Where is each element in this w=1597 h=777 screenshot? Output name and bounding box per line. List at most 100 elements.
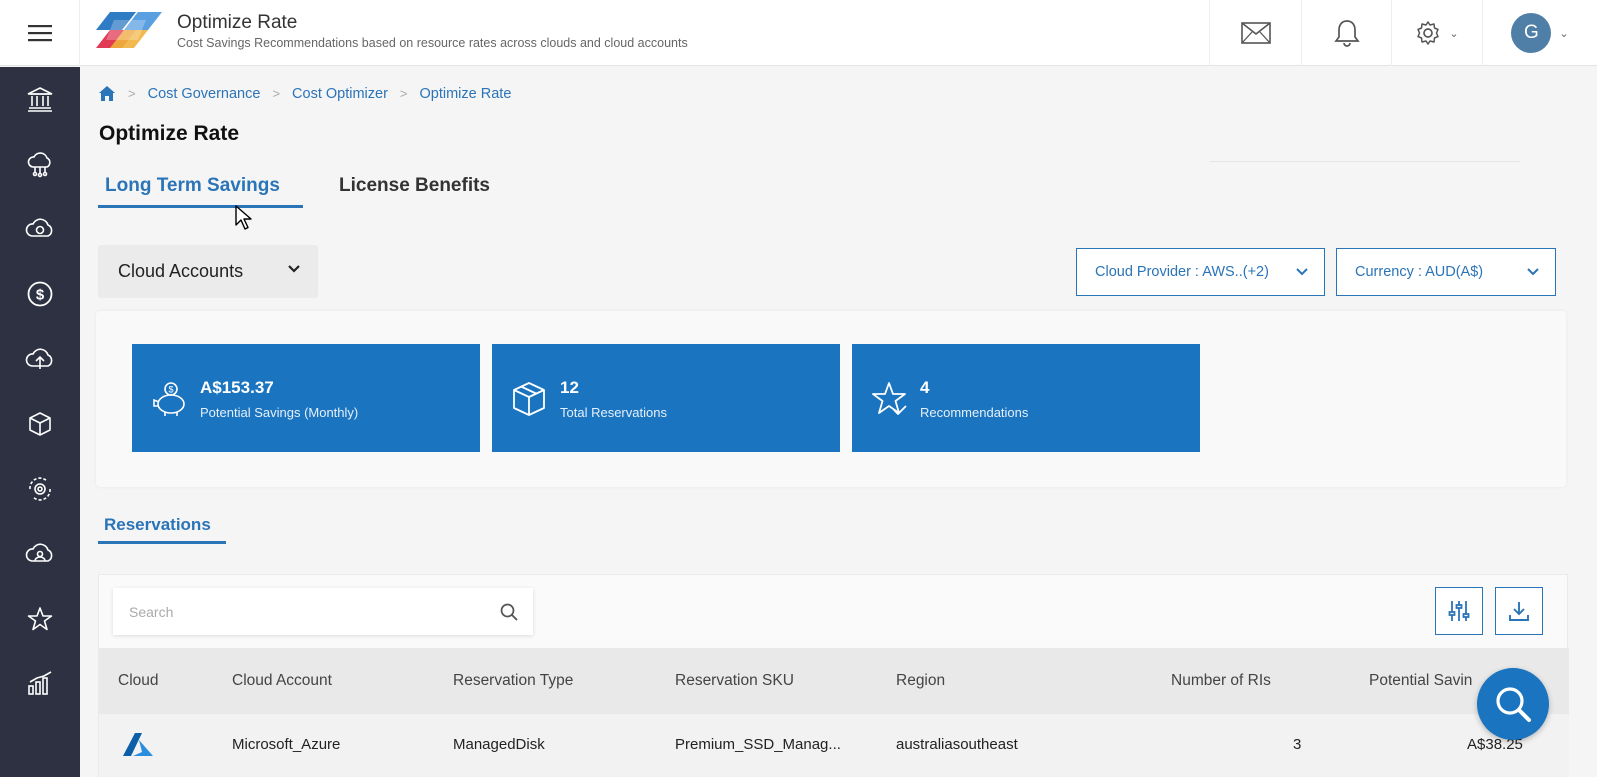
dollar-icon: $ xyxy=(27,281,53,307)
column-settings-button[interactable] xyxy=(1435,587,1483,635)
box-icon xyxy=(513,382,545,416)
cloud-accounts-dropdown[interactable]: Cloud Accounts xyxy=(98,245,318,298)
mail-icon xyxy=(1240,22,1271,44)
cell-account: Microsoft_Azure xyxy=(232,736,341,753)
cell-ris: 3 xyxy=(1293,736,1302,753)
potential-savings-card[interactable]: $ A$153.37 Potential Savings (Monthly) xyxy=(132,344,480,452)
bank-icon xyxy=(27,87,53,112)
tab-license-benefits[interactable]: License Benefits xyxy=(339,175,490,197)
sidebar-item-favorites[interactable] xyxy=(0,594,80,644)
table-row[interactable]: Microsoft_Azure ManagedDisk Premium_SSD_… xyxy=(99,714,1569,777)
sidebar-item-cloud-upload[interactable] xyxy=(0,334,80,384)
app-subtitle: Cost Savings Recommendations based on re… xyxy=(177,36,688,50)
app-title: Optimize Rate xyxy=(177,12,298,33)
search-icon xyxy=(1496,687,1531,722)
currency-dropdown[interactable]: Currency : AUD(A$) xyxy=(1336,248,1556,296)
cell-sku: Premium_SSD_Manag... xyxy=(675,736,841,753)
cloud-provider-dropdown[interactable]: Cloud Provider : AWS..(+2) xyxy=(1076,248,1325,296)
divider xyxy=(1210,161,1520,162)
sidebar-item-governance[interactable] xyxy=(0,74,80,124)
reservations-table-panel: Cloud Cloud Account Reservation Type Res… xyxy=(98,574,1569,777)
home-icon[interactable] xyxy=(98,85,116,102)
bar-chart-icon xyxy=(28,671,52,695)
azure-icon xyxy=(123,733,153,756)
chevron-down-icon xyxy=(1296,268,1308,276)
settings-button[interactable]: ⌄ xyxy=(1391,0,1482,66)
summary-cards-panel: $ A$153.37 Potential Savings (Monthly) 1… xyxy=(96,311,1566,487)
cloud-upload-icon xyxy=(25,348,53,369)
cell-type: ManagedDisk xyxy=(453,736,545,753)
avatar: G xyxy=(1511,13,1552,53)
notifications-button[interactable] xyxy=(1301,0,1391,66)
column-header[interactable]: Number of RIs xyxy=(1171,672,1271,690)
gear-cycle-icon xyxy=(29,477,51,501)
svg-text:$: $ xyxy=(168,385,173,395)
breadcrumb-separator: > xyxy=(272,86,281,101)
sidebar-item-reports[interactable] xyxy=(0,659,80,709)
recommendations-card[interactable]: 4 Recommendations xyxy=(852,344,1200,452)
mail-button[interactable] xyxy=(1209,0,1301,66)
cell-region: australiasoutheast xyxy=(896,736,1018,753)
breadcrumb-cost-optimizer[interactable]: Cost Optimizer xyxy=(292,86,388,102)
page-title: Optimize Rate xyxy=(99,122,240,145)
column-header[interactable]: Cloud Account xyxy=(232,672,332,690)
currency-label: Currency : AUD(A$) xyxy=(1355,264,1484,280)
search-box[interactable] xyxy=(113,588,533,635)
column-header[interactable]: Reservation SKU xyxy=(675,672,794,690)
sidebar-item-automation[interactable] xyxy=(0,464,80,514)
user-menu-button[interactable]: G ⌄ xyxy=(1482,0,1597,66)
cloud-network-icon xyxy=(27,152,51,178)
tab-active-indicator xyxy=(98,205,303,208)
column-header[interactable]: Reservation Type xyxy=(453,672,573,690)
download-icon xyxy=(1509,602,1529,621)
chevron-down-icon: ⌄ xyxy=(1449,27,1459,40)
cloud-sync-icon xyxy=(25,218,53,237)
total-reservations-card[interactable]: 12 Total Reservations xyxy=(492,344,840,452)
column-header[interactable]: Region xyxy=(896,672,945,690)
cloud-people-icon xyxy=(25,543,53,562)
menu-button[interactable] xyxy=(0,0,80,66)
breadcrumb-optimize-rate[interactable]: Optimize Rate xyxy=(420,86,512,102)
tab-reservations[interactable]: Reservations xyxy=(104,515,211,535)
cloud-accounts-label: Cloud Accounts xyxy=(118,261,244,281)
cube-icon xyxy=(29,412,51,436)
tab-active-indicator xyxy=(98,541,226,544)
chevron-down-icon xyxy=(288,265,300,273)
app-logo xyxy=(96,12,162,48)
breadcrumb-separator: > xyxy=(399,86,408,101)
column-header[interactable]: Cloud xyxy=(118,672,159,690)
search-fab-button[interactable] xyxy=(1477,668,1549,740)
main-content: > Cost Governance > Cost Optimizer > Opt… xyxy=(80,67,1597,777)
tab-long-term-savings[interactable]: Long Term Savings xyxy=(105,175,280,197)
search-input[interactable] xyxy=(129,603,479,620)
total-reservations-label: Total Reservations xyxy=(560,405,667,420)
total-reservations-value: 12 xyxy=(560,378,579,397)
breadcrumb-separator: > xyxy=(128,86,136,101)
hamburger-icon xyxy=(27,25,52,42)
chevron-down-icon xyxy=(1527,268,1539,276)
gear-icon xyxy=(1417,21,1440,45)
top-header: Optimize Rate Cost Savings Recommendatio… xyxy=(0,0,1597,66)
sidebar-item-cost[interactable]: $ xyxy=(0,269,80,319)
search-icon[interactable] xyxy=(500,603,518,621)
sidebar-item-cloud-sync[interactable] xyxy=(0,204,80,254)
cursor-icon xyxy=(235,205,252,230)
star-icon xyxy=(27,607,53,631)
chevron-down-icon: ⌄ xyxy=(1559,27,1569,40)
column-header[interactable]: Potential Savin xyxy=(1369,672,1472,690)
sidebar-item-resources[interactable] xyxy=(0,399,80,449)
potential-savings-label: Potential Savings (Monthly) xyxy=(200,405,359,420)
download-button[interactable] xyxy=(1495,587,1543,635)
star-check-icon xyxy=(872,382,907,415)
breadcrumb: > Cost Governance > Cost Optimizer > Opt… xyxy=(98,85,511,102)
bell-icon xyxy=(1333,20,1360,47)
sliders-icon xyxy=(1448,601,1470,621)
breadcrumb-cost-governance[interactable]: Cost Governance xyxy=(148,86,261,102)
potential-savings-value: A$153.37 xyxy=(200,378,274,397)
cloud-provider-label: Cloud Provider : AWS..(+2) xyxy=(1095,264,1269,280)
piggy-bank-icon: $ xyxy=(153,382,185,416)
svg-text:$: $ xyxy=(36,287,45,304)
sidebar-item-cloud-network[interactable] xyxy=(0,139,80,189)
sidebar-item-cloud-people[interactable] xyxy=(0,529,80,579)
sidebar: $ xyxy=(0,67,80,777)
